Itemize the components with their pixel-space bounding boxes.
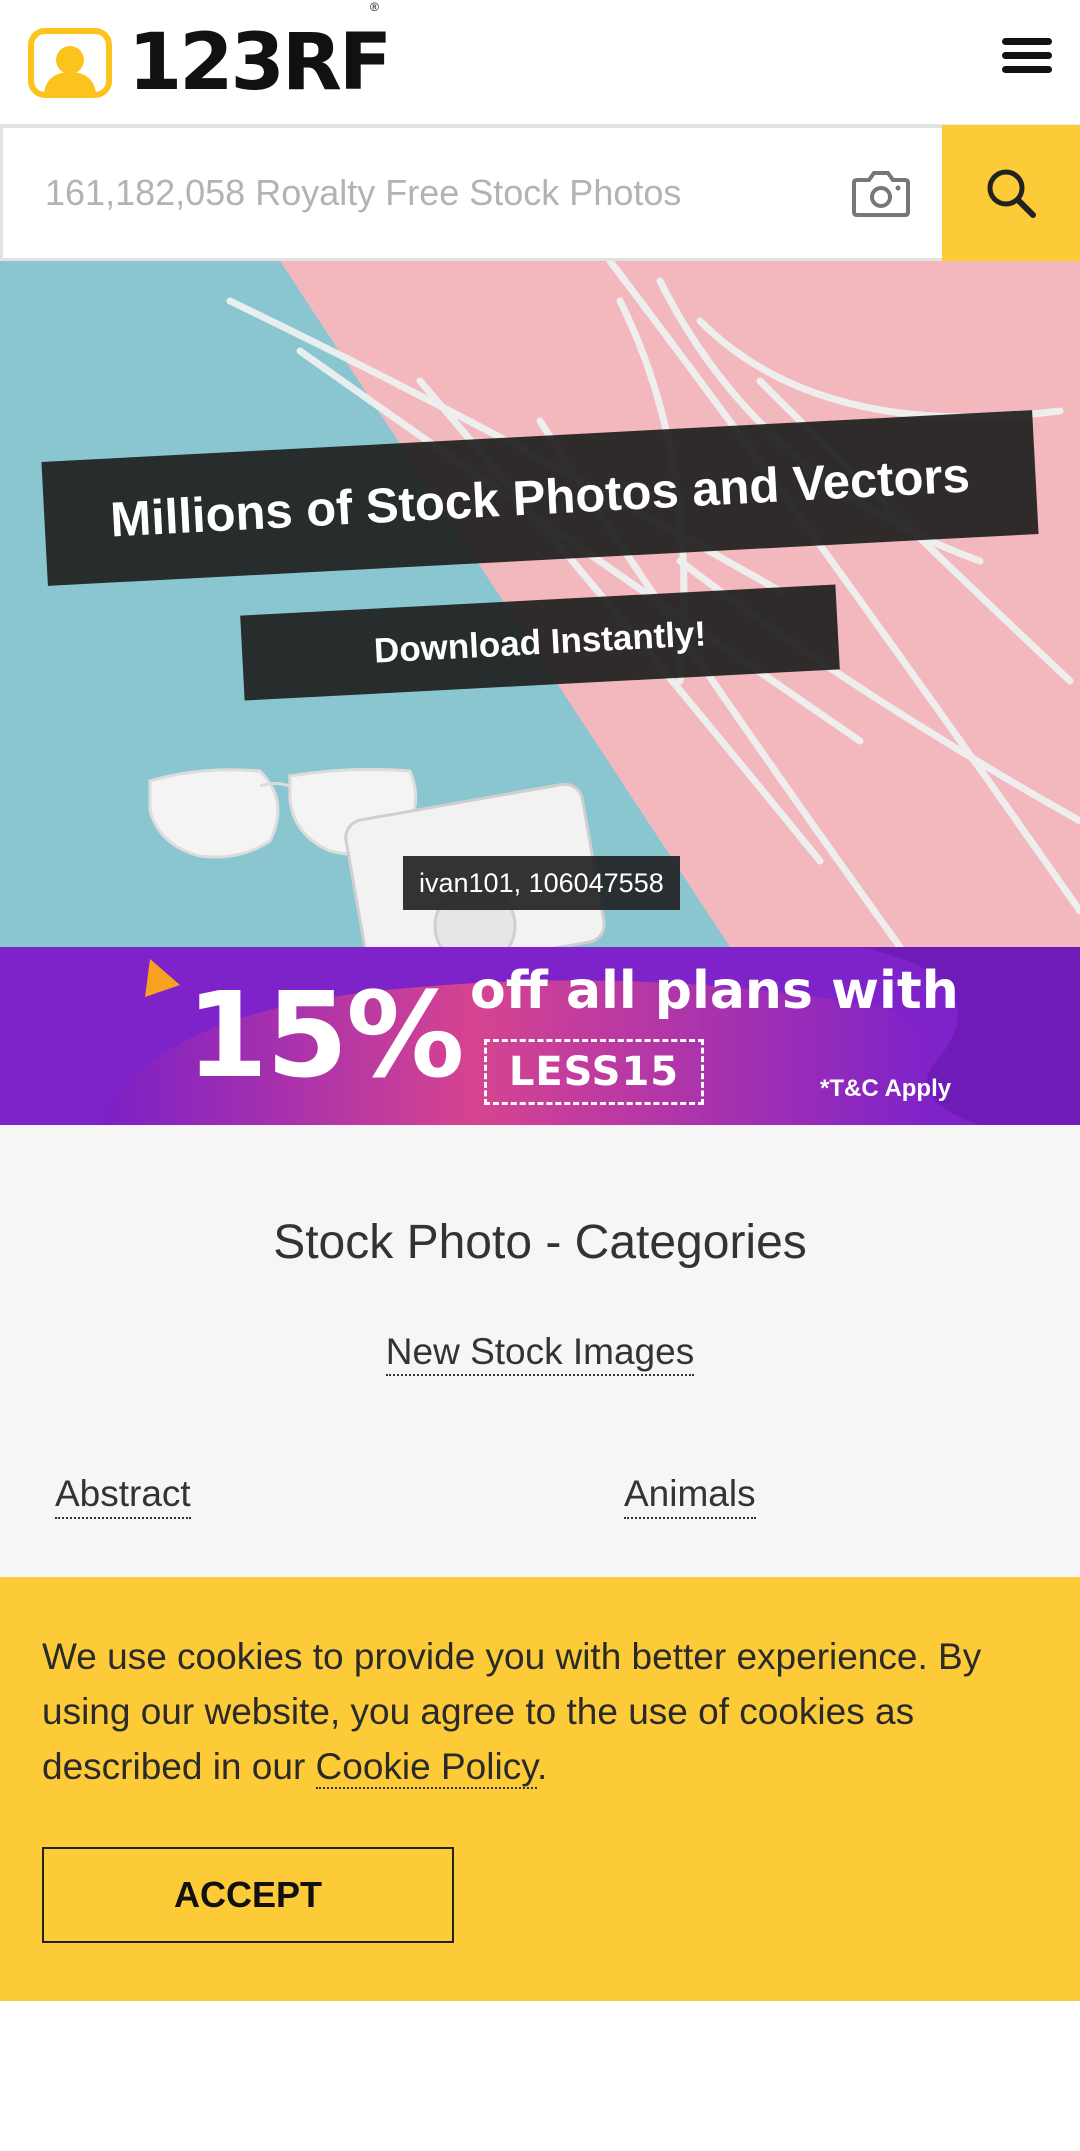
cookie-policy-link[interactable]: Cookie Policy [315,1746,537,1789]
promo-code: LESS15 [484,1039,704,1105]
site-header: 123RF ® [0,0,1080,125]
search-bar [0,125,1080,261]
logo-registered-mark: ® [370,0,379,14]
search-icon [987,169,1036,218]
promo-percent: 15% [186,966,464,1104]
cookie-message: We use cookies to provide you with bette… [42,1629,1042,1794]
category-link-animals[interactable]: Animals [624,1473,756,1519]
search-input[interactable] [3,128,823,258]
logo-camera-icon [28,28,112,98]
promo-text: off all plans with [470,961,959,1021]
categories-section: Stock Photo - Categories New Stock Image… [0,1125,1080,1577]
page-bottom-area [0,2001,1080,2151]
cookie-banner: We use cookies to provide you with bette… [0,1577,1080,2001]
new-stock-images-row: New Stock Images [0,1331,1080,1376]
category-link-abstract[interactable]: Abstract [55,1473,191,1519]
cookie-text-end: . [536,1746,548,1787]
search-button[interactable] [942,125,1080,261]
hamburger-menu-icon[interactable] [1002,38,1052,80]
hero-banner[interactable]: Millions of Stock Photos and Vectors Dow… [0,261,1080,947]
promo-banner[interactable]: 15% off all plans with LESS15 *T&C Apply [0,947,1080,1125]
categories-title: Stock Photo - Categories [273,1216,807,1269]
logo[interactable]: 123RF [28,18,392,108]
new-stock-images-link[interactable]: New Stock Images [385,1331,695,1376]
camera-icon[interactable] [851,168,911,218]
accept-button[interactable]: ACCEPT [42,1847,454,1943]
image-credit: ivan101, 106047558 [403,856,680,910]
logo-text: 123RF [128,18,392,108]
promo-terms: *T&C Apply [820,1075,952,1102]
